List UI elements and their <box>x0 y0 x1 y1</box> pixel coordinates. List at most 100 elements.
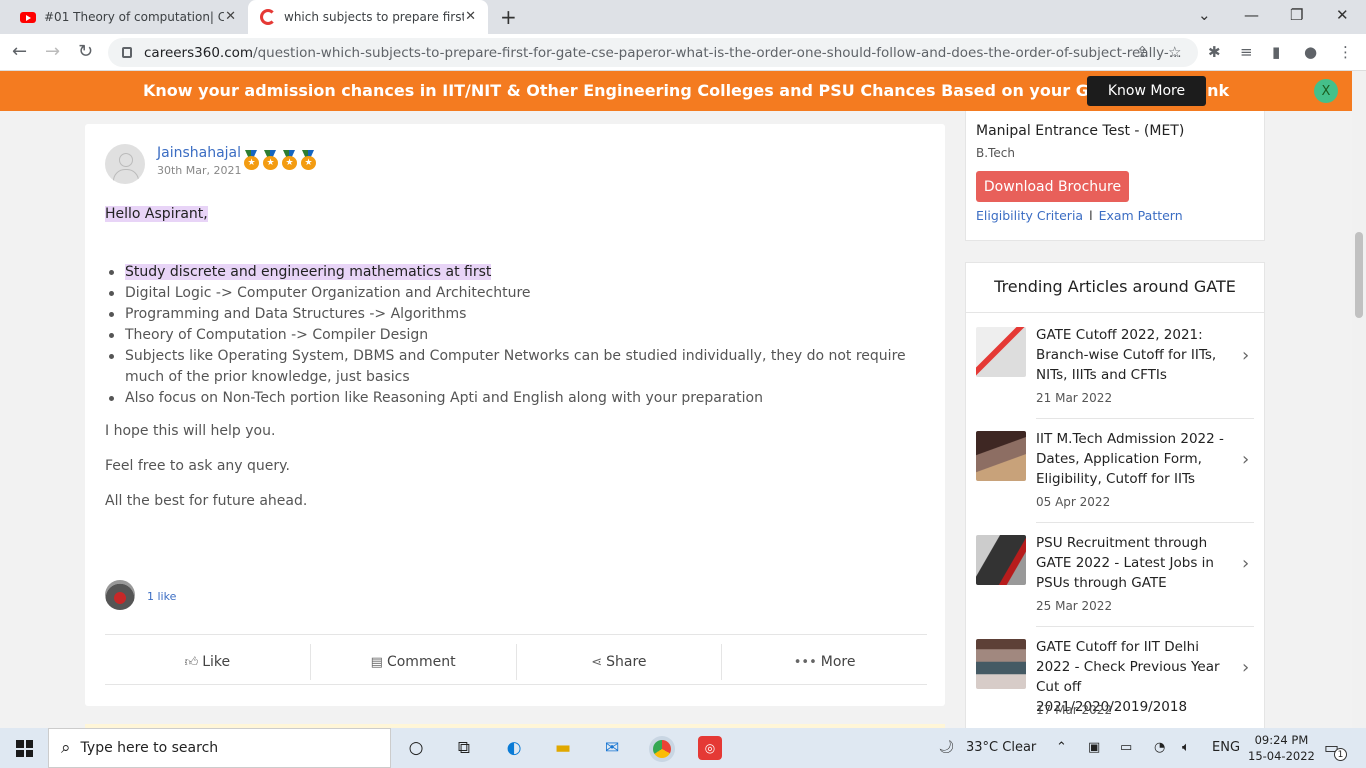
close-tab-icon[interactable]: ✕ <box>465 9 476 24</box>
article-title[interactable]: IIT M.Tech Admission 2022 - Dates, Appli… <box>1036 429 1234 489</box>
more-label: More <box>820 654 856 670</box>
article-title[interactable]: GATE Cutoff 2022, 2021: Branch-wise Cuto… <box>1036 325 1234 385</box>
medal-icon <box>281 150 298 170</box>
battery-icon[interactable]: ▭ <box>1120 740 1132 755</box>
search-placeholder: Type here to search <box>80 740 219 756</box>
mail-icon[interactable]: ✉ <box>600 736 624 760</box>
new-tab-icon[interactable]: + <box>500 5 517 29</box>
like-label: Like <box>202 654 231 670</box>
reload-icon[interactable]: ↻ <box>78 41 93 62</box>
restore-icon[interactable]: ❐ <box>1290 6 1303 24</box>
task-view-icon[interactable]: ⧉ <box>452 736 476 760</box>
clock-date: 15-04-2022 <box>1248 749 1315 763</box>
article-title[interactable]: PSU Recruitment through GATE 2022 - Late… <box>1036 533 1234 593</box>
weather-text[interactable]: 33°C Clear <box>966 740 1036 755</box>
chevron-right-icon[interactable]: › <box>1242 345 1249 366</box>
weather-icon[interactable]: 🌙︎ <box>938 740 955 755</box>
article-thumbnail <box>976 431 1026 481</box>
college-links: Eligibility Criteria l Exam Pattern <box>976 208 1183 223</box>
url-domain: careers360.com <box>144 44 254 61</box>
article-date: 21 Mar 2022 <box>1036 391 1113 405</box>
admission-banner: Know your admission chances in IIT/NIT &… <box>0 71 1352 111</box>
page-scrollbar[interactable] <box>1352 71 1366 728</box>
exam-pattern-link[interactable]: Exam Pattern <box>1099 208 1183 223</box>
author-avatar[interactable] <box>105 144 145 184</box>
author-name[interactable]: Jainshahajal <box>157 145 241 161</box>
course-name: B.Tech <box>976 146 1015 160</box>
banner-close-button[interactable]: X <box>1314 79 1338 103</box>
media-control-icon[interactable]: ≡ <box>1240 43 1253 61</box>
edge-icon[interactable]: ◐ <box>502 736 526 760</box>
volume-icon[interactable]: 🔈︎ <box>1182 740 1190 755</box>
language-indicator[interactable]: ENG <box>1212 740 1240 755</box>
medal-icon <box>243 150 260 170</box>
profile-icon[interactable]: ● <box>1304 43 1317 61</box>
show-hidden-icons[interactable]: ⌃ <box>1056 740 1067 755</box>
share-page-icon[interactable]: ⇪ <box>1136 43 1149 61</box>
likes-count[interactable]: 1 like <box>147 590 176 603</box>
chevron-right-icon[interactable]: › <box>1242 449 1249 470</box>
know-more-button[interactable]: Know More <box>1087 76 1206 106</box>
answer-actions: 👍︎ Like ▤ Comment ⋖ Share ••• More <box>105 644 927 680</box>
back-icon[interactable]: ← <box>12 41 27 62</box>
trending-article[interactable]: IIT M.Tech Admission 2022 - Dates, Appli… <box>976 419 1254 523</box>
network-device-icon[interactable]: ▣ <box>1088 740 1100 755</box>
answer-card: Jainshahajal 30th Mar, 2021 Hello Aspira… <box>85 124 945 706</box>
menu-icon[interactable]: ⋮ <box>1338 43 1353 61</box>
tab-search-icon[interactable]: ⌄ <box>1198 6 1211 24</box>
trending-article[interactable]: GATE Cutoff 2022, 2021: Branch-wise Cuto… <box>976 315 1254 419</box>
search-icon: ⌕ <box>61 738 71 758</box>
share-button[interactable]: ⋖ Share <box>517 644 723 680</box>
download-brochure-button[interactable]: Download Brochure <box>976 171 1129 202</box>
file-explorer-icon[interactable]: ▬ <box>551 736 575 760</box>
college-name[interactable]: Manipal Entrance Test - (MET) <box>976 123 1184 139</box>
extensions-icon[interactable]: ✱ <box>1208 43 1221 61</box>
scrollbar-thumb[interactable] <box>1355 232 1363 318</box>
youtube-icon <box>20 11 36 23</box>
url-path: /question-which-subjects-to-prepare-firs… <box>253 44 1182 61</box>
chrome-icon[interactable] <box>649 736 675 762</box>
trending-title: Trending Articles around GATE <box>994 277 1236 296</box>
address-bar[interactable]: careers360.com /question-which-subjects-… <box>108 38 1198 67</box>
clock[interactable]: 09:24 PM 15-04-2022 <box>1248 732 1315 764</box>
greeting-text: Hello Aspirant, <box>105 206 208 222</box>
college-card: Manipal Entrance Test - (MET) B.Tech Dow… <box>965 111 1265 241</box>
answer-points: Study discrete and engineering mathemati… <box>105 262 925 409</box>
article-thumbnail <box>976 639 1026 689</box>
more-button[interactable]: ••• More <box>722 644 927 680</box>
chevron-right-icon[interactable]: › <box>1242 657 1249 678</box>
taskbar-search-box[interactable]: ⌕ Type here to search <box>48 728 391 768</box>
notification-count: 1 <box>1334 748 1347 761</box>
medal-icon <box>262 150 279 170</box>
minimize-icon[interactable]: — <box>1244 6 1259 24</box>
share-icon: ⋖ <box>591 654 603 670</box>
browser-tab-careers360[interactable]: which subjects to prepare first fo ✕ <box>248 0 488 34</box>
trending-articles-card: Trending Articles around GATE GATE Cutof… <box>965 262 1265 728</box>
cortana-icon[interactable]: ○ <box>404 736 428 760</box>
list-item: Digital Logic -> Computer Organization a… <box>105 283 925 304</box>
windows-start-icon[interactable] <box>16 740 33 757</box>
list-item: Theory of Computation -> Compiler Design <box>105 325 925 346</box>
liker-avatar[interactable] <box>105 580 135 610</box>
like-button[interactable]: 👍︎ Like <box>105 644 311 680</box>
app-icon[interactable]: ◎ <box>698 736 722 760</box>
forward-icon[interactable]: → <box>45 41 60 62</box>
list-item-text: Study discrete and engineering mathemati… <box>125 264 492 280</box>
list-item: Programming and Data Structures -> Algor… <box>105 304 925 325</box>
trending-article[interactable]: PSU Recruitment through GATE 2022 - Late… <box>976 523 1254 627</box>
trending-article[interactable]: GATE Cutoff for IIT Delhi 2022 - Check P… <box>976 627 1254 728</box>
comment-icon: ▤ <box>370 654 383 670</box>
side-panel-icon[interactable]: ▮ <box>1272 43 1280 61</box>
close-tab-icon[interactable]: ✕ <box>225 9 236 24</box>
chevron-right-icon[interactable]: › <box>1242 553 1249 574</box>
comment-button[interactable]: ▤ Comment <box>311 644 517 680</box>
windows-taskbar: ⌕ Type here to search ○ ⧉ ◐ ▬ ✉ ◎ 🌙︎ 33°… <box>0 728 1366 768</box>
browser-tab-youtube[interactable]: #01 Theory of computation| Cras ✕ <box>8 0 248 34</box>
bookmark-star-icon[interactable]: ☆ <box>1168 43 1181 61</box>
more-dots-icon: ••• <box>793 654 817 670</box>
eligibility-criteria-link[interactable]: Eligibility Criteria <box>976 208 1083 223</box>
tab-title: which subjects to prepare first fo <box>284 10 464 24</box>
wifi-icon[interactable]: ◔ <box>1154 740 1165 755</box>
careers360-icon <box>260 9 276 25</box>
close-window-icon[interactable]: ✕ <box>1336 6 1349 24</box>
